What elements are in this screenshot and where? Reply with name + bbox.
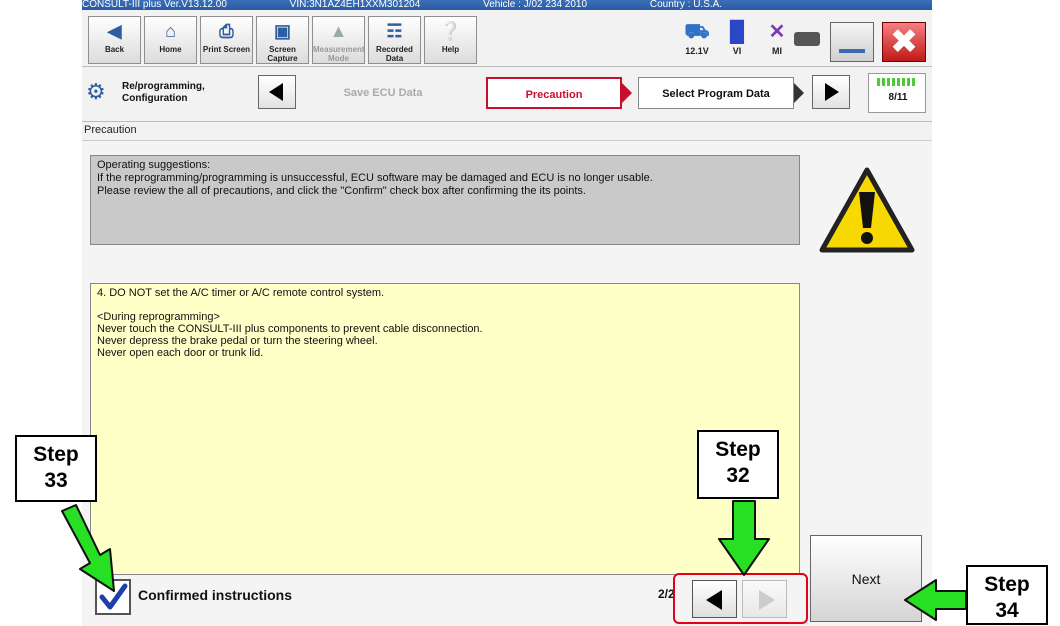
step-33-arrow-icon [61, 504, 115, 592]
mi-status: ✕ MI [758, 18, 796, 64]
camera-icon: ▣ [273, 21, 291, 41]
step-33-number: 33 [44, 469, 68, 492]
breadcrumb-next-pointer [794, 83, 804, 103]
print-screen-button[interactable]: ⎙ Print Screen [200, 16, 253, 64]
breadcrumb-prev-button[interactable] [258, 75, 296, 109]
recorded-data-button[interactable]: ☶ Recorded Data [368, 16, 421, 64]
step-34-number: 34 [995, 599, 1019, 622]
precaution-item-4: 4. DO NOT set the A/C timer or A/C remot… [97, 287, 385, 299]
vin-text: VIN:3N1AZ4EH1XXM301204 [289, 0, 421, 10]
progress-indicator: 8/11 [868, 73, 926, 113]
step-34-arrow-icon [904, 579, 967, 621]
measurement-icon: ▲ [329, 21, 348, 41]
reprogramming-icon: ⚙ [86, 79, 106, 104]
country-text: Country : U.S.A. [649, 0, 723, 10]
arrow-left-icon [269, 83, 283, 101]
precaution-never-brake: Never depress the brake pedal or turn th… [97, 335, 378, 347]
minimize-button[interactable] [830, 22, 874, 62]
progress-bar [877, 78, 917, 86]
step-32-arrow-icon [718, 500, 770, 576]
measurement-mode-button[interactable]: ▲ Measurement Mode [312, 16, 365, 64]
car-icon: ⛟ [684, 21, 710, 43]
warning-icon [819, 167, 915, 253]
step-32-number: 32 [726, 464, 750, 487]
back-button[interactable]: ◀ Back [88, 16, 141, 64]
during-reprogramming-heading: <During reprogramming> [97, 311, 220, 323]
operating-suggestions-box: Operating suggestions: If the reprogramm… [90, 155, 800, 245]
step-32-callout: Step 32 [697, 430, 779, 499]
step-33-callout: Step 33 [15, 435, 97, 502]
home-icon: ⌂ [165, 21, 176, 41]
plug-icon [794, 32, 820, 46]
operating-suggestions-heading: Operating suggestions: [97, 159, 211, 171]
app-version: CONSULT-III plus Ver.V13.12.00 [82, 0, 227, 10]
battery-status: ⛟ 12.1V [678, 18, 716, 64]
breadcrumb-next-button[interactable] [812, 75, 850, 109]
breadcrumb-step-prev: Save ECU Data [308, 77, 458, 109]
arrow-right-icon [825, 83, 839, 101]
close-icon: ✖ [889, 23, 919, 61]
close-button[interactable]: ✖ [882, 22, 926, 62]
precaution-never-touch: Never touch the CONSULT-III plus compone… [97, 323, 483, 335]
step-33-label: Step [33, 443, 79, 466]
precaution-text-pane: 4. DO NOT set the A/C timer or A/C remot… [90, 283, 800, 575]
minimize-icon [839, 49, 865, 53]
home-button[interactable]: ⌂ Home [144, 16, 197, 64]
operating-suggestions-line2: Please review the all of precautions, an… [97, 185, 586, 197]
help-icon: ❔ [439, 21, 462, 41]
mi-disconnected-icon: ✕ [768, 21, 786, 43]
vehicle-text: Vehicle : J/02 234 2010 [483, 0, 588, 10]
recorded-data-icon: ☶ [386, 21, 403, 41]
back-arrow-icon: ◀ [107, 21, 122, 41]
step-34-callout: Step 34 [966, 565, 1048, 625]
section-label: Precaution [84, 124, 137, 136]
step-32-label: Step [715, 438, 761, 461]
step-34-label: Step [984, 573, 1030, 596]
vi-status: █ VI [718, 18, 756, 64]
breadcrumb-step-current: Precaution [486, 77, 622, 109]
confirm-label: Confirmed instructions [138, 587, 293, 603]
breadcrumb-step-next: Select Program Data [638, 77, 794, 109]
operating-suggestions-line1: If the reprogramming/programming is unsu… [97, 172, 653, 184]
help-button[interactable]: ❔ Help [424, 16, 477, 64]
screen-capture-button[interactable]: ▣ Screen Capture [256, 16, 309, 64]
vi-connector-icon: █ [729, 21, 745, 43]
page-controls-highlight [673, 573, 808, 624]
progress-text: 8/11 [888, 92, 908, 103]
printer-icon: ⎙ [219, 21, 234, 41]
breadcrumb: ⚙ Re/programming, Configuration Save ECU… [82, 66, 932, 122]
precaution-never-door: Never open each door or trunk lid. [97, 347, 264, 359]
breadcrumb-section: Re/programming, Configuration [122, 81, 205, 104]
title-bar: CONSULT-III plus Ver.V13.12.00 VIN:3N1AZ… [82, 0, 932, 10]
breadcrumb-current-pointer [622, 83, 632, 103]
